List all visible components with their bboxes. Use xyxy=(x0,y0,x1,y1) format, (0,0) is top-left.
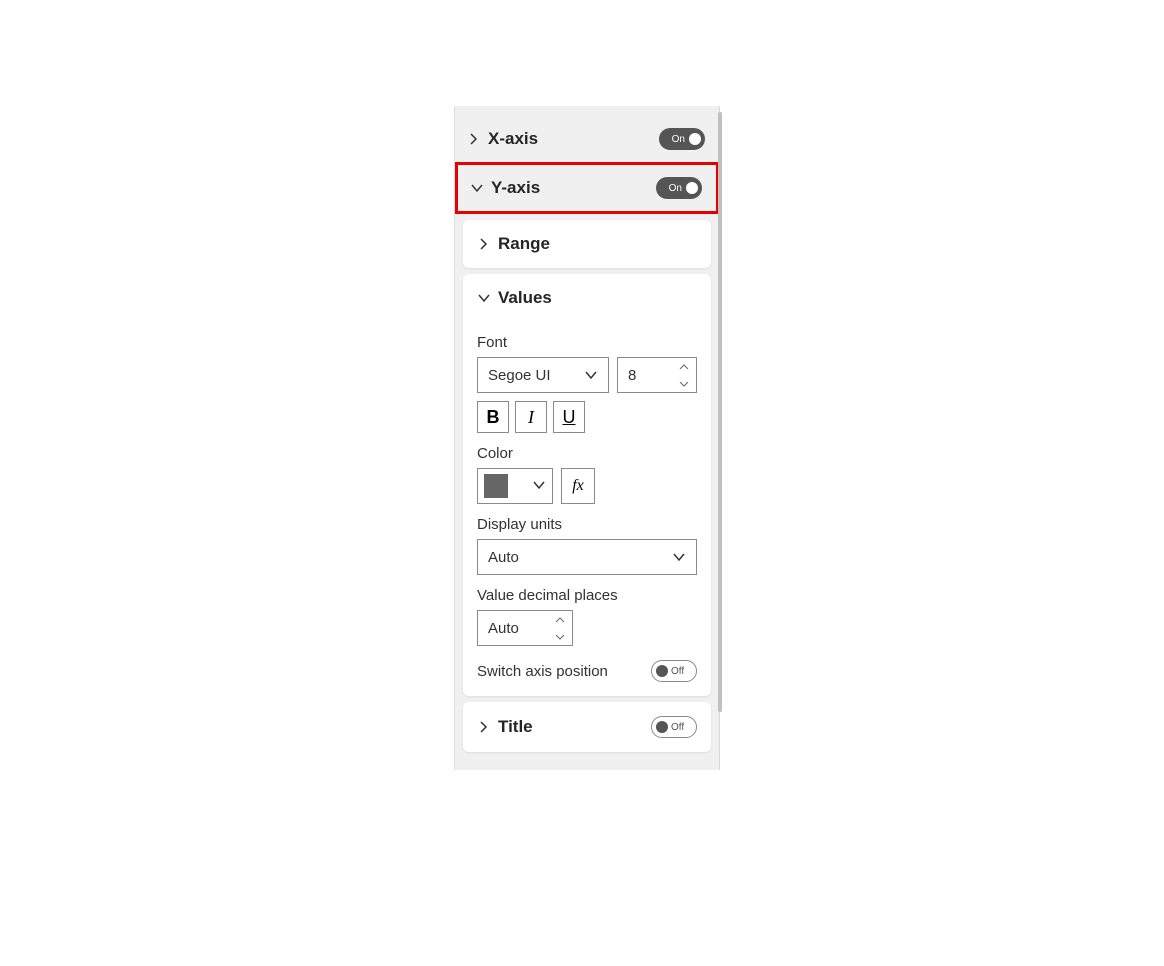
spinner-down[interactable] xyxy=(672,375,696,392)
format-buttons: B I U xyxy=(477,401,697,433)
format-panel: X-axis On Y-axis On Range xyxy=(454,106,720,770)
yaxis-highlight: Y-axis On xyxy=(455,162,719,214)
chevron-right-icon xyxy=(475,235,493,253)
values-card: Values Font Segoe UI 8 xyxy=(463,274,711,696)
decimal-label: Value decimal places xyxy=(477,587,697,604)
font-family-select[interactable]: Segoe UI xyxy=(477,357,609,393)
range-card: Range xyxy=(463,220,711,268)
switch-axis-label: Switch axis position xyxy=(477,663,651,680)
yaxis-header[interactable]: Y-axis On xyxy=(458,165,716,211)
color-swatch xyxy=(484,474,508,498)
title-label: Title xyxy=(498,717,651,737)
display-units-label: Display units xyxy=(477,516,697,533)
italic-button[interactable]: I xyxy=(515,401,547,433)
yaxis-toggle[interactable]: On xyxy=(656,177,702,199)
chevron-down-icon xyxy=(468,179,486,197)
color-label: Color xyxy=(477,445,697,462)
chevron-down-icon xyxy=(475,289,493,307)
color-picker[interactable] xyxy=(477,468,553,504)
underline-button[interactable]: U xyxy=(553,401,585,433)
xaxis-header[interactable]: X-axis On xyxy=(455,106,719,162)
toggle-on-text: On xyxy=(672,134,685,145)
font-row: Segoe UI 8 xyxy=(477,357,697,393)
font-family-value: Segoe UI xyxy=(488,367,551,384)
display-units-value: Auto xyxy=(488,549,519,566)
title-toggle[interactable]: Off xyxy=(651,716,697,738)
scrollbar-thumb[interactable] xyxy=(718,112,722,712)
chevron-down-icon xyxy=(532,477,546,495)
range-header[interactable]: Range xyxy=(463,220,711,268)
spin-arrows xyxy=(672,358,696,392)
chevron-down-icon xyxy=(672,549,686,566)
xaxis-label: X-axis xyxy=(488,129,659,149)
display-units-select[interactable]: Auto xyxy=(477,539,697,575)
spinner-down[interactable] xyxy=(548,628,572,645)
toggle-off-text: Off xyxy=(671,666,684,677)
chevron-right-icon xyxy=(475,718,493,736)
values-label: Values xyxy=(498,288,552,308)
bold-button[interactable]: B xyxy=(477,401,509,433)
font-label: Font xyxy=(477,334,697,351)
decimal-spinner[interactable]: Auto xyxy=(477,610,573,646)
chevron-right-icon xyxy=(465,130,483,148)
yaxis-label: Y-axis xyxy=(491,178,656,198)
switch-axis-toggle[interactable]: Off xyxy=(651,660,697,682)
range-label: Range xyxy=(498,234,550,254)
switch-axis-row: Switch axis position Off xyxy=(477,660,697,682)
values-body: Font Segoe UI 8 xyxy=(463,334,711,696)
color-row: fx xyxy=(477,468,697,504)
title-card: Title Off xyxy=(463,702,711,752)
decimal-value: Auto xyxy=(478,620,548,637)
toggle-on-text: On xyxy=(669,183,682,194)
font-size-value: 8 xyxy=(618,367,672,384)
spinner-up[interactable] xyxy=(548,611,572,628)
chevron-down-icon xyxy=(584,367,598,384)
spinner-up[interactable] xyxy=(672,358,696,375)
font-size-spinner[interactable]: 8 xyxy=(617,357,697,393)
values-header[interactable]: Values xyxy=(463,274,711,322)
spin-arrows xyxy=(548,611,572,645)
toggle-off-text: Off xyxy=(671,722,684,733)
xaxis-toggle[interactable]: On xyxy=(659,128,705,150)
title-header[interactable]: Title Off xyxy=(463,702,711,752)
fx-button[interactable]: fx xyxy=(561,468,595,504)
